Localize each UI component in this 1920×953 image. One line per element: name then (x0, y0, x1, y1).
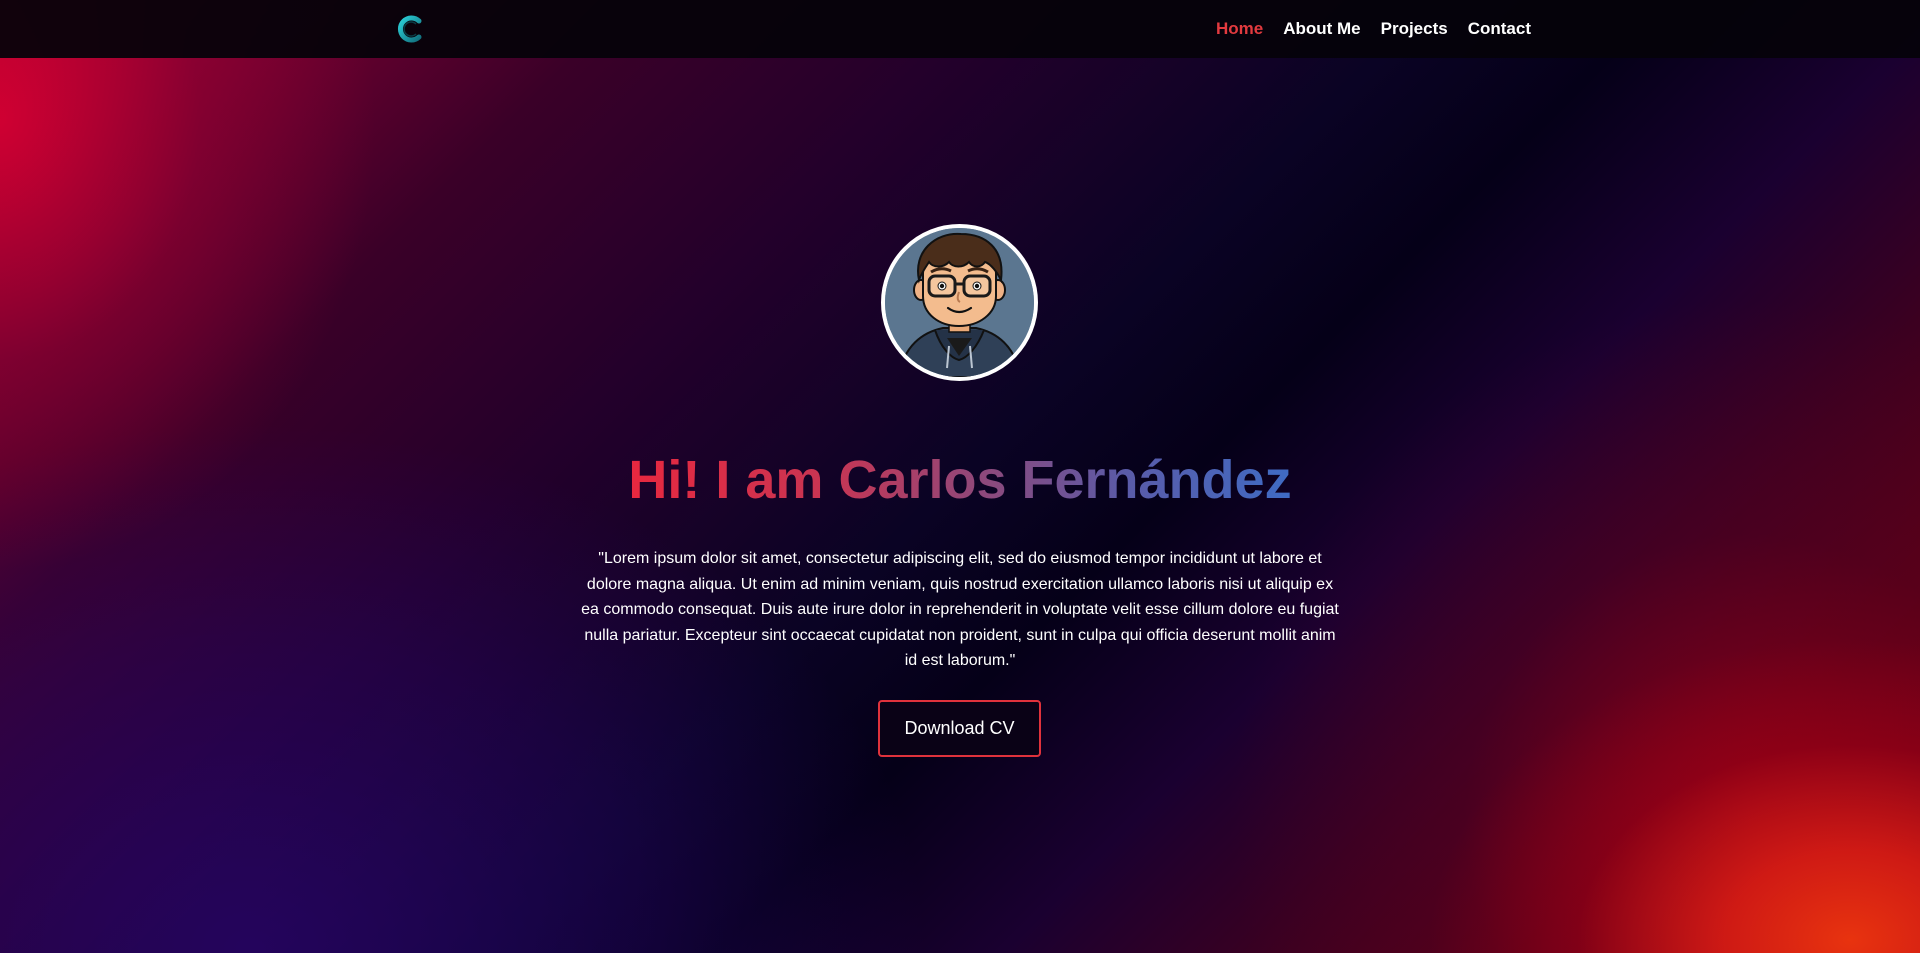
hero-title: Hi! I am Carlos Fernández (628, 450, 1292, 510)
nav-link-projects[interactable]: Projects (1381, 19, 1448, 39)
download-cv-button[interactable]: Download CV (878, 700, 1041, 757)
c-logo-icon[interactable] (394, 13, 426, 45)
avatar (881, 224, 1038, 381)
hero-section: Hi! I am Carlos Fernández "Lorem ipsum d… (0, 0, 1920, 953)
nav-link-home[interactable]: Home (1216, 19, 1263, 39)
hero-description: "Lorem ipsum dolor sit amet, consectetur… (581, 550, 1339, 670)
nav-link-contact[interactable]: Contact (1468, 19, 1531, 39)
cartoon-avatar-icon (885, 228, 1034, 377)
main-nav: Home About Me Projects Contact (1216, 0, 1531, 58)
navbar: Home About Me Projects Contact (0, 0, 1920, 58)
nav-link-about-me[interactable]: About Me (1283, 19, 1360, 39)
